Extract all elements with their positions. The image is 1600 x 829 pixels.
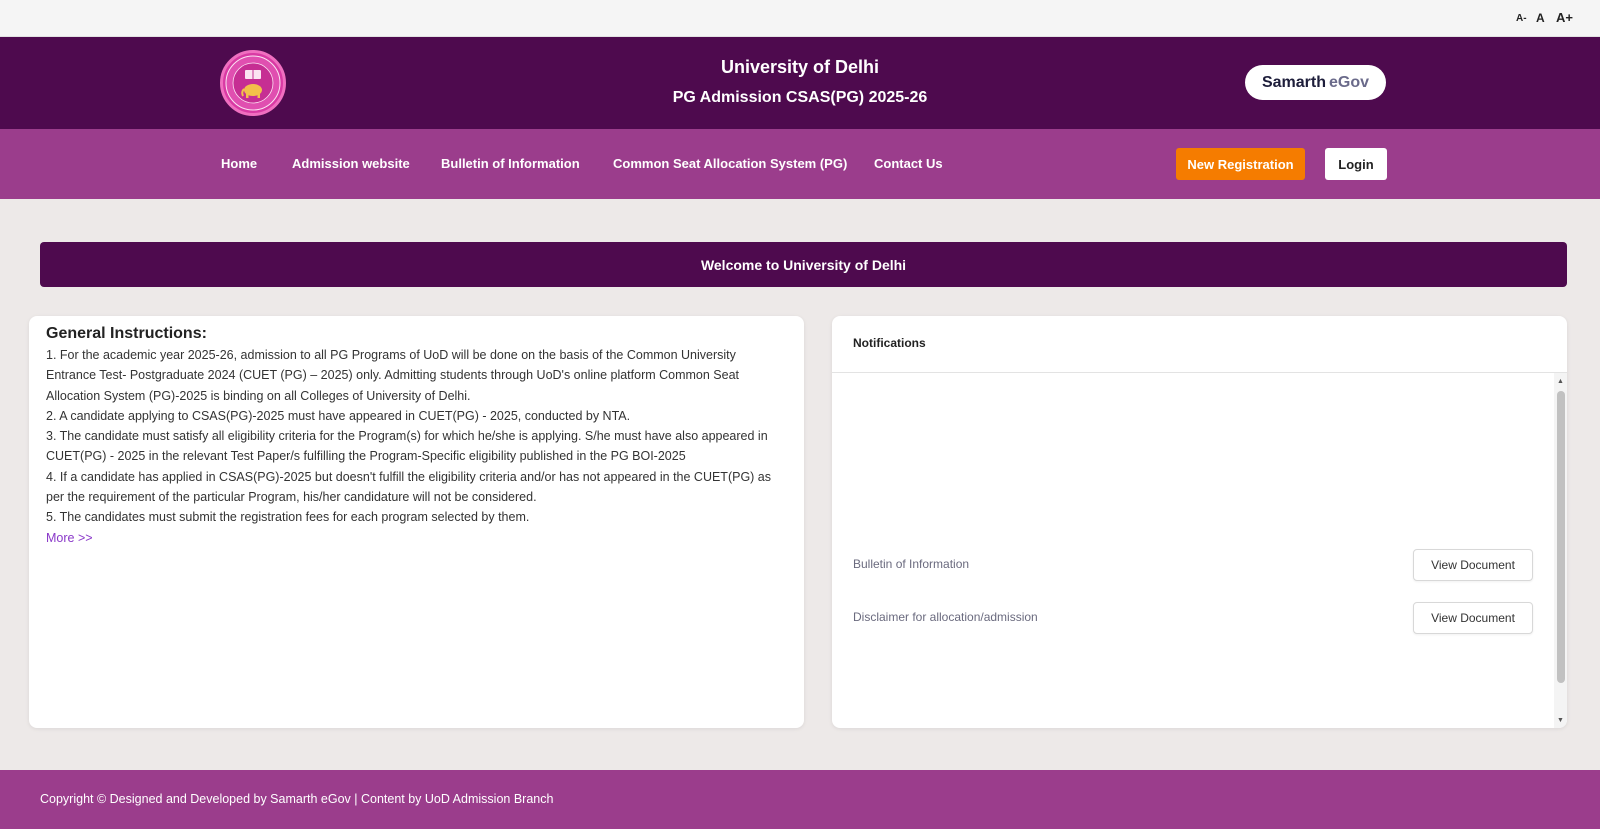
instructions-card: General Instructions: 1. For the academi…: [29, 316, 804, 728]
scroll-up-icon[interactable]: ▲: [1554, 375, 1567, 387]
login-button[interactable]: Login: [1325, 148, 1387, 180]
nav-home[interactable]: Home: [221, 156, 257, 171]
nav-common-seat-allocation[interactable]: Common Seat Allocation System (PG): [613, 156, 847, 171]
notifications-card: Notifications Bulletin of Information Vi…: [832, 316, 1567, 728]
notification-label-bulletin: Bulletin of Information: [853, 557, 970, 571]
samarth-egov-logo[interactable]: Samarth eGov: [1245, 65, 1386, 100]
view-document-button-bulletin[interactable]: View Document: [1413, 549, 1533, 581]
site-header: University of Delhi PG Admission CSAS(PG…: [0, 37, 1600, 129]
instruction-item: 2. A candidate applying to CSAS(PG)-2025…: [46, 408, 631, 423]
footer-copyright: Copyright © Designed and Developed by Sa…: [40, 792, 554, 806]
instruction-item: 3. The candidate must satisfy all eligib…: [46, 429, 768, 464]
brand-part1: Samarth: [1261, 73, 1326, 91]
notifications-scrollbar[interactable]: ▲ ▼: [1554, 373, 1567, 728]
view-document-button-disclaimer[interactable]: View Document: [1413, 602, 1533, 634]
nav-bulletin-of-information[interactable]: Bulletin of Information: [441, 156, 580, 171]
instruction-item: 4. If a candidate has applied in CSAS(PG…: [46, 469, 771, 505]
site-footer: Copyright © Designed and Developed by Sa…: [0, 770, 1600, 829]
accessibility-bar: A- A A+: [0, 0, 1600, 37]
scrollbar-thumb[interactable]: [1557, 391, 1565, 683]
main-nav: Home Admission website Bulletin of Infor…: [0, 129, 1600, 199]
instructions-heading: General Instructions:: [46, 325, 207, 342]
nav-contact-us[interactable]: Contact Us: [874, 156, 943, 171]
instruction-item: 1. For the academic year 2025-26, admiss…: [46, 348, 740, 403]
new-registration-button[interactable]: New Registration: [1176, 148, 1305, 180]
nav-admission-website[interactable]: Admission website: [292, 156, 410, 171]
font-decrease-button[interactable]: A-: [1516, 13, 1527, 24]
font-increase-button[interactable]: A+: [1556, 10, 1573, 25]
welcome-banner: Welcome to University of Delhi: [40, 242, 1567, 287]
notification-label-disclaimer: Disclaimer for allocation/admission: [853, 610, 1038, 624]
scroll-down-icon[interactable]: ▼: [1554, 714, 1567, 726]
instruction-item: 5. The candidates must submit the regist…: [46, 510, 530, 525]
more-instructions-link[interactable]: More >>: [46, 528, 93, 548]
font-normal-button[interactable]: A: [1536, 11, 1545, 25]
brand-part2: eGov: [1329, 73, 1370, 91]
notifications-title: Notifications: [832, 316, 1567, 373]
